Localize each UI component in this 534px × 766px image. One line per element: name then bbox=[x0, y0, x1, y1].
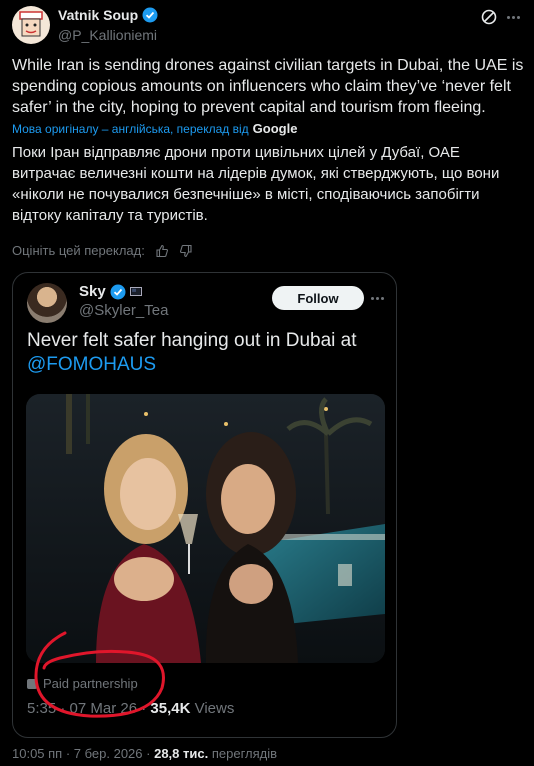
rate-translation-row: Оцініть цей переклад: bbox=[12, 243, 193, 258]
author-avatar[interactable] bbox=[12, 6, 50, 44]
author-handle[interactable]: @P_Kallioniemi bbox=[58, 27, 158, 43]
quoted-author-name[interactable]: Sky bbox=[79, 283, 142, 300]
quoted-author-avatar[interactable] bbox=[27, 283, 67, 323]
quoted-tweet[interactable]: Sky @Skyler_Tea Follow Never felt safer … bbox=[12, 272, 397, 738]
quoted-photo[interactable] bbox=[26, 394, 385, 663]
paid-partnership-label[interactable]: Paid partnership bbox=[27, 676, 138, 691]
quoted-author-handle[interactable]: @Skyler_Tea bbox=[79, 302, 168, 319]
tweet-meta: 10:05 пп · 7 бер. 2026 · 28,8 тис. перег… bbox=[12, 746, 277, 761]
flag-icon bbox=[129, 287, 142, 296]
photo-two-women-dubai-night bbox=[26, 394, 385, 663]
quoted-tweet-text: Never felt safer hanging out in Dubai at… bbox=[27, 329, 387, 377]
mention-link[interactable]: @FOMOHAUS bbox=[27, 354, 156, 375]
grok-icon[interactable] bbox=[480, 8, 498, 26]
quoted-timestamp[interactable]: 5:35 · 07 Mar 26 · bbox=[27, 700, 146, 717]
quoted-author-name-text[interactable]: Sky bbox=[79, 283, 106, 300]
author-name-text[interactable]: Vatnik Soup bbox=[58, 7, 138, 23]
follow-button[interactable]: Follow bbox=[272, 286, 364, 310]
rate-translation-label: Оцініть цей переклад: bbox=[12, 243, 145, 258]
paid-partnership-icon bbox=[27, 678, 37, 689]
paid-partnership-text[interactable]: Paid partnership bbox=[43, 676, 138, 691]
quoted-text-body: Never felt safer hanging out in Dubai at bbox=[27, 330, 357, 351]
tweet-views-label: переглядів bbox=[211, 746, 278, 761]
google-logo: Google bbox=[252, 121, 298, 136]
thumbs-up-icon[interactable] bbox=[155, 244, 169, 258]
tweet-timestamp[interactable]: 10:05 пп · 7 бер. 2026 · bbox=[12, 746, 150, 761]
quoted-tweet-meta: 5:35 · 07 Mar 26 · 35,4K Views bbox=[27, 700, 234, 717]
author-name[interactable]: Vatnik Soup bbox=[58, 7, 158, 23]
quoted-views-label: Views bbox=[194, 700, 235, 717]
translation-note[interactable]: Мова оригіналу – англійська, переклад ві… bbox=[12, 121, 297, 136]
verified-badge-icon bbox=[110, 284, 126, 299]
translation-note-text[interactable]: Мова оригіналу – англійська, переклад ві… bbox=[12, 122, 249, 136]
soup-character-icon bbox=[19, 11, 43, 37]
tweet-text: While Iran is sending drones against civ… bbox=[12, 57, 524, 116]
more-options-icon[interactable] bbox=[504, 8, 522, 26]
quoted-views-count: 35,4K bbox=[150, 700, 191, 717]
translated-text: Поки Іран відправляє дрони проти цивільн… bbox=[12, 144, 500, 224]
quoted-more-options-icon[interactable] bbox=[368, 291, 386, 305]
tweet-header: Vatnik Soup @P_Kallioniemi bbox=[0, 0, 534, 52]
verified-badge-icon bbox=[142, 7, 158, 23]
tweet-views-count: 28,8 тис. bbox=[154, 746, 209, 761]
thumbs-down-icon[interactable] bbox=[179, 244, 193, 258]
